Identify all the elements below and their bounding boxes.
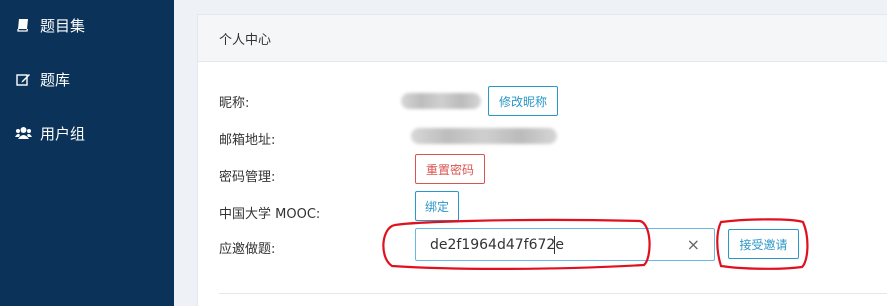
sidebar-item-label: 用户组 <box>40 124 86 143</box>
users-icon <box>14 124 32 142</box>
mooc-label: 中国大学 MOOC: <box>219 207 321 222</box>
reset-password-button[interactable]: 重置密码 <box>415 154 485 184</box>
password-label: 密码管理: <box>219 170 276 185</box>
clear-icon[interactable]: × <box>687 235 700 254</box>
sidebar-item-problem-sets[interactable]: 题目集 <box>14 13 85 37</box>
edit-icon <box>14 70 32 88</box>
invite-code-value: de2f1964d47f672e <box>430 237 564 253</box>
text-caret <box>554 236 555 254</box>
sidebar-item-label: 题目集 <box>40 16 86 35</box>
accept-invite-button[interactable]: 接受邀请 <box>728 229 799 259</box>
invite-label: 应邀做题: <box>219 242 276 257</box>
personal-center-card: 个人中心 昵称: 修改昵称 邮箱地址: 密码管理: 重置密码 中国大学 MOOC… <box>197 14 887 306</box>
divider <box>219 293 887 294</box>
email-label: 邮箱地址: <box>219 133 276 148</box>
book-icon <box>14 16 32 34</box>
sidebar-item-label: 题库 <box>40 70 71 89</box>
page-title: 个人中心 <box>219 33 272 48</box>
email-value-redacted <box>411 128 557 144</box>
edit-nickname-button[interactable]: 修改昵称 <box>488 86 558 116</box>
nickname-value-redacted <box>401 93 481 109</box>
sidebar-item-question-bank[interactable]: 题库 <box>14 67 70 91</box>
bind-mooc-button[interactable]: 绑定 <box>415 191 459 221</box>
card-header: 个人中心 <box>198 15 887 62</box>
invite-code-input[interactable]: de2f1964d47f672e × <box>415 228 715 261</box>
sidebar-item-user-groups[interactable]: 用户组 <box>14 121 85 145</box>
nickname-label: 昵称: <box>219 96 250 111</box>
sidebar: 题目集 题库 用户组 <box>0 0 174 306</box>
